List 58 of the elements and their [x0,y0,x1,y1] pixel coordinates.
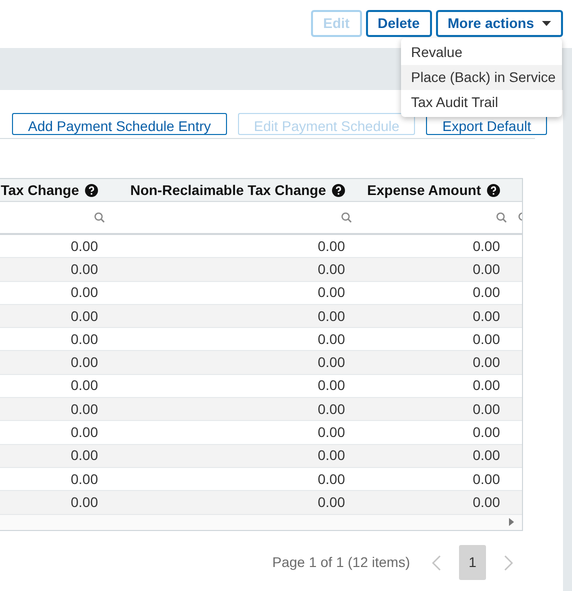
table-cell-text: 0.00 [472,283,501,302]
table-cell-text: 0.00 [70,470,99,489]
table-cell-text: 0.00 [472,376,501,396]
table-cell-text: 0.00 [316,376,346,396]
table-cell-text: 0.00 [472,353,501,372]
table-cell-text: 0.00 [472,492,501,512]
menu-item[interactable]: Revalue [401,40,562,65]
menu-item[interactable]: Place (Back) in Service [401,65,562,90]
table-cell-text: 0.00 [316,470,346,489]
table-cell-text: 0.00 [70,330,99,349]
table-cell-text: 0.00 [472,330,501,349]
table-cell-text: 0.00 [316,260,346,279]
more-actions-button[interactable]: More actions [436,10,563,37]
table-cell-text: 0.00 [70,283,99,302]
table-cell-text: 0.00 [70,353,99,372]
table-cell-text: 0.00 [316,283,346,302]
table-cell-text: 0.00 [472,400,501,419]
help-icon[interactable] [332,184,345,196]
table-cell-text: 0.00 [316,353,346,372]
scroll-right-icon[interactable] [509,518,514,526]
table-cell-text: 0.00 [70,376,99,396]
table-cell-text: 0.00 [472,260,501,279]
table-cell-text: 0.00 [70,236,99,256]
table-cell-text: 0.00 [472,470,501,489]
table-cell-text: 0.00 [70,260,99,279]
toolbar-button[interactable]: Add Payment Schedule Entry [12,113,227,135]
table-cell-text: 0.00 [316,446,346,466]
table-cell-text: 0.00 [70,306,99,326]
help-icon[interactable] [487,184,500,196]
page-summary: Page 1 of 1 (12 items) [272,553,410,572]
page-button[interactable]: 1 [459,545,486,580]
column-header[interactable]: Tax Change [0,179,108,201]
table-cell-text: 0.00 [316,330,346,349]
caret-icon [542,21,551,26]
table-cell-text: 0.00 [70,492,99,512]
search-icon [496,212,507,223]
table-cell-text: 0.00 [472,446,501,466]
search-icon [94,212,105,223]
help-icon[interactable] [85,184,98,196]
table-cell-text: 0.00 [316,492,346,512]
toolbar-button[interactable]: Delete [366,10,432,37]
table-cell-text: 0.00 [472,236,501,256]
table-cell-text: 0.00 [472,423,501,442]
previous-page-icon[interactable] [432,554,441,571]
scrollbar-track[interactable] [563,48,572,591]
table-cell-text: 0.00 [316,236,346,256]
menu-item[interactable]: Tax Audit Trail [401,90,562,115]
next-page-icon[interactable] [504,554,513,571]
table-cell-text: 0.00 [316,423,346,442]
table-cell-text: 0.00 [472,306,501,326]
column-header[interactable]: Expense Amount [355,179,510,201]
table-cell-text: 0.00 [70,423,99,442]
table-cell-text: 0.00 [316,306,346,326]
table-cell-text: 0.00 [70,446,99,466]
column-header[interactable]: Non-Reclaimable Tax Change [108,179,355,201]
table-cell-text: 0.00 [70,400,99,419]
search-icon [341,212,352,223]
table-cell-text: 0.00 [316,400,346,419]
